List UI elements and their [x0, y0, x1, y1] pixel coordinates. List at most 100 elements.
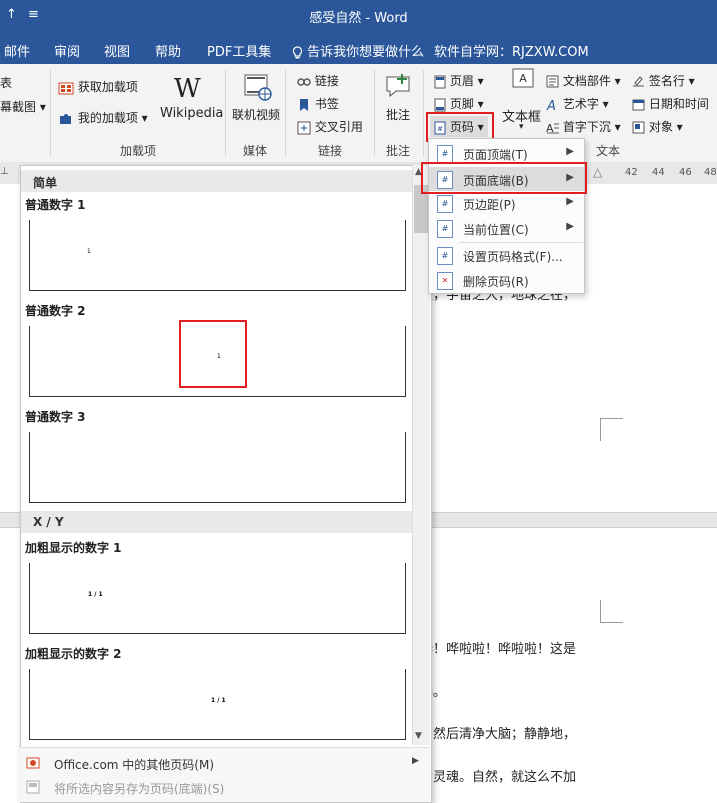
ruler-number: 48 [704, 167, 717, 178]
selection-highlight [179, 320, 247, 388]
doc-parts-button[interactable]: 文档部件 ▾ [546, 72, 621, 89]
addins-group-label: 加载项 [120, 144, 157, 158]
online-video-button[interactable]: 联机视频 [232, 106, 280, 123]
comment-icon[interactable] [384, 72, 414, 102]
gallery-item-label: 普通数字 2 [25, 304, 86, 318]
gallery-footer: Office.com 中的其他页码(M) ▶ 将所选内容另存为页码(底端)(S) [20, 747, 430, 802]
bottom-of-page-highlight [421, 162, 587, 194]
ribbon-tab-bar: 邮件 审阅 视图 帮助 PDF工具集 告诉我你想要做什么 软件自学网：RJZXW… [0, 32, 717, 64]
doc-line: 的灵魂。自然，就这么不加 [420, 770, 577, 785]
gallery-section-header: 简单 [21, 170, 412, 192]
save-selection-label: 将所选内容另存为页码(底端)(S) [54, 782, 225, 796]
submenu-arrow-icon: ▶ [412, 756, 419, 766]
more-page-numbers-item[interactable]: Office.com 中的其他页码(M) ▶ [26, 754, 419, 774]
calendar-icon [632, 99, 645, 111]
menu-item-remove-page-numbers[interactable]: ✕ 删除页码(R) [429, 268, 584, 292]
submenu-arrow-icon: ▶ [566, 146, 574, 157]
footer-icon [434, 98, 446, 111]
page-top-icon: # [437, 145, 453, 163]
menu-item-page-margins[interactable]: # 页边距(P) ▶ [429, 191, 584, 215]
menu-item-label: 页边距(P) [463, 198, 516, 212]
menu-item-format-page-numbers[interactable]: # 设置页码格式(F)... [429, 243, 584, 267]
cross-reference-button[interactable]: 交叉引用 [297, 118, 363, 135]
menu-item-label: 当前位置(C) [463, 223, 529, 237]
doc-parts-icon [546, 75, 559, 88]
tell-me-label: 告诉我你想要做什么 [307, 45, 425, 60]
link-icon [297, 77, 311, 86]
svg-text:A: A [546, 122, 554, 134]
wikipedia-icon[interactable]: W [174, 74, 201, 104]
menu-item-label: 页面顶端(T) [463, 148, 528, 162]
gallery-item-label: 普通数字 3 [25, 410, 86, 424]
ruler-number: 46 [679, 167, 692, 178]
tab-website[interactable]: 软件自学网：RJZXW.COM [434, 41, 589, 60]
crop-mark [600, 418, 623, 441]
bookmark-icon [300, 98, 308, 111]
dropcap-icon: A [546, 122, 559, 134]
save-selection-item[interactable]: 将所选内容另存为页码(底端)(S) [26, 778, 416, 798]
doc-line: ，然后清净大脑；静静地， [420, 727, 577, 742]
ribbon: 表 幕截图 ▾ 获取加载项 我的加载项 ▾ W Wikipedia 加载项 联机… [0, 64, 717, 163]
tab-pdf-tools[interactable]: PDF工具集 [207, 41, 271, 60]
submenu-arrow-icon: ▶ [566, 221, 574, 232]
link-label: 链接 [314, 74, 339, 88]
tab-help[interactable]: 帮助 [155, 41, 181, 60]
signature-line-button[interactable]: 签名行 ▾ [632, 72, 695, 89]
tab-view[interactable]: 视图 [104, 41, 130, 60]
table-button-partial[interactable]: 表 [0, 74, 12, 91]
wikipedia-button[interactable]: Wikipedia [160, 106, 223, 121]
menu-item-label: 删除页码(R) [463, 275, 529, 289]
remove-page-number-icon: ✕ [437, 272, 453, 290]
footer-button[interactable]: 页脚 ▾ [434, 95, 484, 112]
gallery-item-plain-number-1[interactable]: 1 [29, 220, 406, 291]
cross-reference-label: 交叉引用 [314, 120, 363, 134]
my-addins-button[interactable]: 我的加载项 ▾ [58, 109, 148, 126]
links-group-label: 链接 [318, 144, 343, 158]
lightbulb-icon [292, 45, 303, 58]
wordart-button[interactable]: A 艺术字 ▾ [546, 95, 609, 112]
datetime-button[interactable]: 日期和时间 [632, 95, 709, 112]
media-group-label: 媒体 [243, 144, 268, 158]
scroll-down-icon[interactable]: ▼ [415, 731, 422, 741]
page-number-gallery[interactable]: 简单 普通数字 1 1 普通数字 2 1 普通数字 3 X / Y 加粗显示的数… [20, 165, 432, 803]
object-button[interactable]: 对象 ▾ [632, 118, 683, 135]
screenshot-button-partial[interactable]: 幕截图 ▾ [0, 98, 46, 115]
menu-item-current-position[interactable]: # 当前位置(C) ▶ [429, 216, 584, 240]
get-addins-button[interactable]: 获取加载项 [58, 78, 138, 95]
datetime-label: 日期和时间 [648, 97, 709, 111]
more-page-numbers-label: Office.com 中的其他页码(M) [54, 758, 215, 772]
current-position-icon: # [437, 220, 453, 238]
tab-review[interactable]: 审阅 [54, 41, 80, 60]
format-page-number-icon: # [437, 247, 453, 265]
title-bar: ↑ ≡ 感受自然 - Word [0, 0, 717, 32]
online-video-icon[interactable] [243, 72, 273, 102]
textbox-dropdown[interactable]: ▾ [519, 122, 524, 132]
comment-button[interactable]: 批注 [386, 106, 410, 123]
footer-label: 页脚 ▾ [449, 97, 484, 111]
textbox-icon[interactable]: A [512, 68, 534, 88]
tell-me-search[interactable]: 告诉我你想要做什么 [292, 41, 424, 60]
sample-page-number: 1 [87, 248, 91, 255]
header-button[interactable]: 页眉 ▾ [434, 72, 484, 89]
link-button[interactable]: 链接 [297, 72, 339, 89]
get-addins-label: 获取加载项 [77, 80, 138, 94]
menu-item-label: 设置页码格式(F)... [463, 250, 563, 264]
gallery-item-bold-number-1[interactable]: 1 / 1 [29, 563, 406, 634]
tab-mailings[interactable]: 邮件 [4, 41, 30, 60]
dropcap-button[interactable]: A 首字下沉 ▾ [546, 118, 621, 135]
sample-page-number: 1 / 1 [88, 591, 103, 598]
puzzle-icon [60, 113, 71, 124]
header-label: 页眉 ▾ [449, 74, 484, 88]
ruler-marker[interactable]: ⊥ [0, 166, 9, 177]
gallery-section-header: X / Y [21, 511, 412, 533]
svg-text:A: A [519, 72, 527, 85]
bookmark-label: 书签 [314, 97, 339, 111]
gallery-item-bold-number-2[interactable]: 1 / 1 [29, 669, 406, 740]
dropcap-label: 首字下沉 ▾ [562, 120, 621, 134]
bookmark-button[interactable]: 书签 [297, 95, 339, 112]
page-margin-icon: # [437, 195, 453, 213]
svg-text:A: A [546, 99, 556, 111]
gallery-item-plain-number-3[interactable] [29, 432, 406, 503]
tab-stop-marker[interactable]: △ [593, 165, 602, 179]
object-label: 对象 ▾ [648, 120, 683, 134]
